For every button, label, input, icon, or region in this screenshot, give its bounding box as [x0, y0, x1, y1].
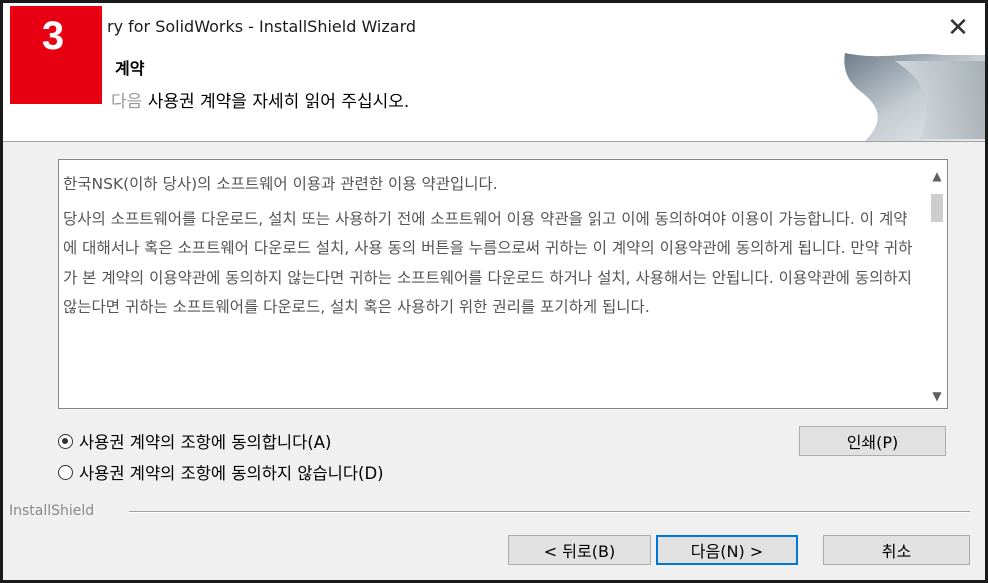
scroll-thumb[interactable]	[931, 194, 943, 222]
step-number: 3	[41, 13, 65, 58]
scroll-up-icon[interactable]: ▲	[927, 166, 947, 186]
license-text: 한국NSK(이하 당사)의 소프트웨어 이용과 관련한 이용 약관입니다. 당사…	[63, 170, 921, 328]
step-badge: 3	[10, 6, 102, 104]
page-subtitle-prefix: 다음	[111, 92, 143, 112]
wizard-header: 계약 다음 사용권 계약을 자세히 읽어 주십시오.	[3, 51, 985, 141]
accept-radio-button[interactable]	[58, 433, 73, 449]
print-button[interactable]: 인쇄(P)	[799, 426, 946, 456]
installshield-brand: InstallShield	[9, 503, 95, 519]
accept-radio-label: 사용권 계약의 조항에 동의합니다(A)	[79, 433, 332, 452]
title-bar: ry for SolidWorks - InstallShield Wizard…	[3, 3, 985, 51]
license-paragraph: 당사의 소프트웨어를 다운로드, 설치 또는 사용하기 전에 소프트웨어 이용 …	[63, 209, 913, 317]
page-subtitle-text: 사용권 계약을 자세히 읽어 주십시오.	[147, 92, 410, 112]
license-textbox[interactable]: 한국NSK(이하 당사)의 소프트웨어 이용과 관련한 이용 약관입니다. 당사…	[58, 159, 948, 409]
back-button[interactable]: < 뒤로(B)	[508, 535, 651, 565]
decline-radio-button[interactable]	[58, 464, 73, 480]
close-icon[interactable]: ✕	[941, 11, 975, 45]
footer-divider	[129, 511, 970, 513]
page-title: 계약	[115, 59, 145, 78]
license-scrollbar[interactable]: ▲ ▼	[927, 160, 947, 408]
decline-radio-option[interactable]: 사용권 계약의 조항에 동의하지 않습니다(D)	[58, 460, 384, 484]
accept-radio-option[interactable]: 사용권 계약의 조항에 동의합니다(A)	[58, 429, 331, 453]
page-subtitle: 다음 사용권 계약을 자세히 읽어 주십시오.	[111, 87, 409, 112]
next-button[interactable]: 다음(N) >	[656, 535, 798, 565]
scroll-down-icon[interactable]: ▼	[927, 386, 947, 406]
license-paragraph: 한국NSK(이하 당사)의 소프트웨어 이용과 관련한 이용 약관입니다.	[63, 175, 498, 193]
wizard-banner-graphic-icon	[844, 53, 985, 141]
cancel-button[interactable]: 취소	[823, 535, 970, 565]
wizard-body: 한국NSK(이하 당사)의 소프트웨어 이용과 관련한 이용 약관입니다. 당사…	[3, 141, 985, 580]
decline-radio-label: 사용권 계약의 조항에 동의하지 않습니다(D)	[79, 464, 384, 483]
window-title: ry for SolidWorks - InstallShield Wizard	[107, 17, 417, 36]
